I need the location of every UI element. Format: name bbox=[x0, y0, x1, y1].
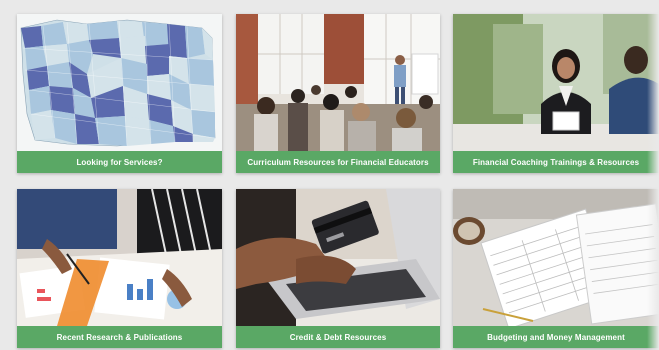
card-recent-research[interactable]: Recent Research & Publications bbox=[17, 189, 222, 348]
card-curriculum-resources[interactable]: Curriculum Resources for Financial Educa… bbox=[236, 14, 440, 173]
card-label[interactable]: Curriculum Resources for Financial Educa… bbox=[236, 151, 440, 173]
card-label[interactable]: Credit & Debt Resources bbox=[236, 326, 440, 348]
research-documents-image bbox=[17, 189, 222, 326]
washington-county-map-image bbox=[17, 14, 222, 151]
card-financial-coaching[interactable]: Financial Coaching Trainings & Resources bbox=[453, 14, 659, 173]
card-label[interactable]: Looking for Services? bbox=[17, 151, 222, 173]
card-label[interactable]: Recent Research & Publications bbox=[17, 326, 222, 348]
resource-card-grid: Looking for Services? Curriculum Resourc… bbox=[0, 0, 659, 350]
card-looking-for-services[interactable]: Looking for Services? bbox=[17, 14, 222, 173]
classroom-presenter-image bbox=[236, 14, 440, 151]
card-credit-debt[interactable]: Credit & Debt Resources bbox=[236, 189, 440, 348]
page-edge-fade bbox=[647, 0, 659, 350]
budget-paperwork-image bbox=[453, 189, 659, 326]
card-label[interactable]: Financial Coaching Trainings & Resources bbox=[453, 151, 659, 173]
card-label[interactable]: Budgeting and Money Management bbox=[453, 326, 659, 348]
coaching-meeting-image bbox=[453, 14, 659, 151]
card-budgeting[interactable]: Budgeting and Money Management bbox=[453, 189, 659, 348]
credit-card-laptop-image bbox=[236, 189, 440, 326]
